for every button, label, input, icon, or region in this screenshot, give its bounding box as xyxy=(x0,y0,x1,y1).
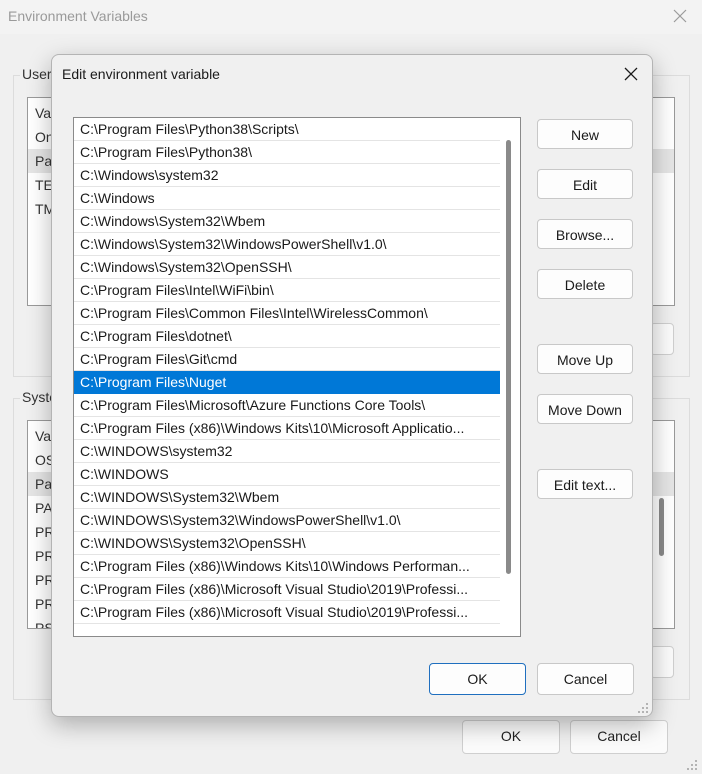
window-title: Environment Variables xyxy=(8,8,148,24)
browse-button[interactable]: Browse... xyxy=(537,219,633,249)
list-item[interactable]: C:\Program Files\Microsoft\Azure Functio… xyxy=(74,394,500,417)
list-item[interactable]: C:\Windows\System32\OpenSSH\ xyxy=(74,256,500,279)
list-item[interactable]: C:\Windows\system32 xyxy=(74,164,500,187)
move-up-button[interactable]: Move Up xyxy=(537,344,633,374)
resize-grip-icon[interactable] xyxy=(637,701,649,713)
list-item[interactable]: C:\Program Files\Intel\WiFi\bin\ xyxy=(74,279,500,302)
cancel-button[interactable]: Cancel xyxy=(570,720,668,754)
list-item[interactable]: C:\Program Files (x86)\Windows Kits\10\W… xyxy=(74,555,500,578)
title-bar: Environment Variables xyxy=(0,0,702,34)
list-item[interactable]: C:\WINDOWS\System32\WindowsPowerShell\v1… xyxy=(74,509,500,532)
list-item[interactable]: C:\Program Files\Python38\ xyxy=(74,141,500,164)
list-item[interactable]: C:\Program Files\dotnet\ xyxy=(74,325,500,348)
list-item[interactable]: C:\Program Files\Git\cmd xyxy=(74,348,500,371)
cancel-button[interactable]: Cancel xyxy=(537,663,634,695)
list-item[interactable]: C:\Windows\System32\WindowsPowerShell\v1… xyxy=(74,233,500,256)
edit-text-button[interactable]: Edit text... xyxy=(537,469,633,499)
user-variables-label: User xyxy=(20,66,54,82)
resize-grip-icon[interactable] xyxy=(686,758,698,770)
system-variables-button[interactable] xyxy=(650,646,674,678)
list-item[interactable]: C:\WINDOWS\System32\Wbem xyxy=(74,486,500,509)
scrollbar-thumb[interactable] xyxy=(506,140,511,574)
list-item[interactable]: C:\Program Files (x86)\Microsoft Visual … xyxy=(74,601,500,624)
list-item[interactable]: C:\Program Files (x86)\Microsoft Visual … xyxy=(74,578,500,601)
list-item-selected[interactable]: C:\Program Files\Nuget xyxy=(74,371,500,394)
user-variables-button[interactable] xyxy=(650,323,674,355)
scrollbar-thumb[interactable] xyxy=(659,498,664,556)
edit-environment-variable-dialog: Edit environment variable C:\Program Fil… xyxy=(51,54,653,717)
move-down-button[interactable]: Move Down xyxy=(537,394,633,424)
dialog-title: Edit environment variable xyxy=(62,66,220,82)
new-button[interactable]: New xyxy=(537,119,633,149)
list-item[interactable]: C:\Program Files\Common Files\Intel\Wire… xyxy=(74,302,500,325)
list-item[interactable]: C:\Program Files (x86)\Windows Kits\10\M… xyxy=(74,417,500,440)
close-icon[interactable] xyxy=(668,4,692,28)
list-item[interactable]: C:\WINDOWS\System32\OpenSSH\ xyxy=(74,532,500,555)
ok-button[interactable]: OK xyxy=(462,720,560,754)
list-item[interactable]: C:\Windows\System32\Wbem xyxy=(74,210,500,233)
close-icon[interactable] xyxy=(618,61,644,87)
list-item[interactable]: C:\Program Files\Python38\Scripts\ xyxy=(74,118,500,141)
list-item[interactable]: C:\Windows xyxy=(74,187,500,210)
list-item[interactable]: C:\WINDOWS\system32 xyxy=(74,440,500,463)
edit-button[interactable]: Edit xyxy=(537,169,633,199)
delete-button[interactable]: Delete xyxy=(537,269,633,299)
ok-button[interactable]: OK xyxy=(429,663,526,695)
list-item[interactable]: C:\WINDOWS xyxy=(74,463,500,486)
path-list[interactable]: C:\Program Files\Python38\Scripts\ C:\Pr… xyxy=(73,117,521,637)
